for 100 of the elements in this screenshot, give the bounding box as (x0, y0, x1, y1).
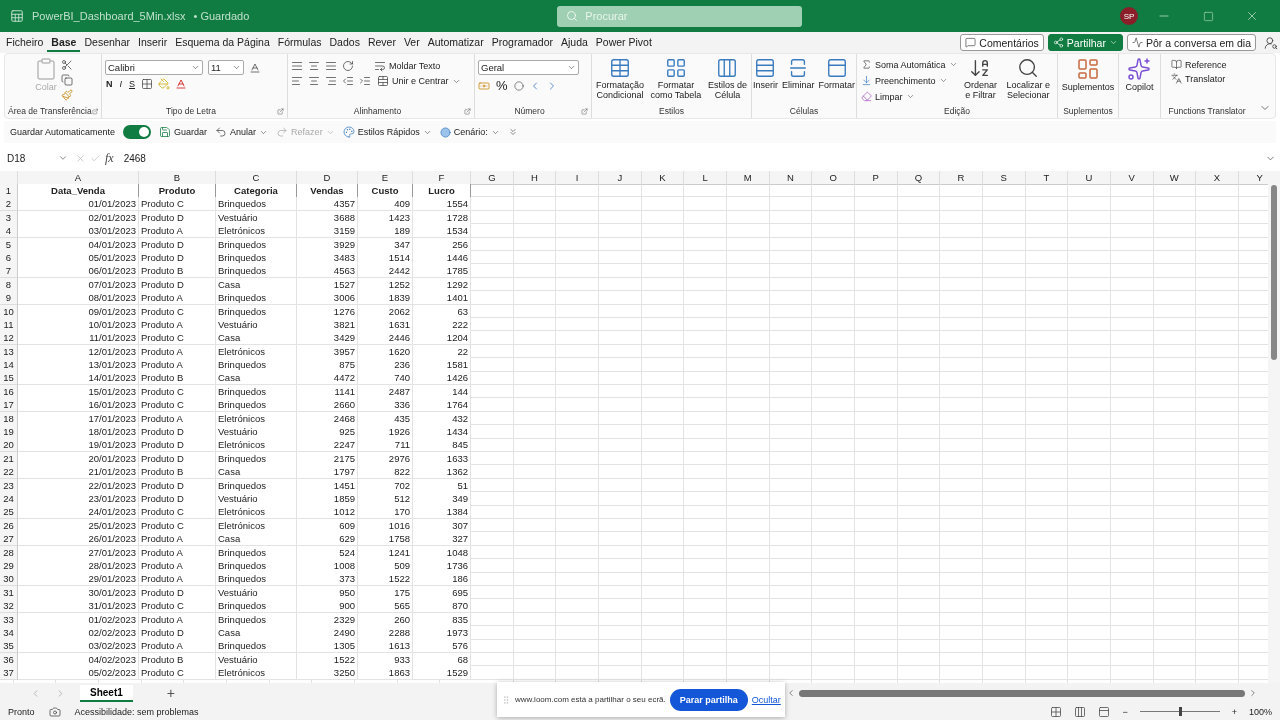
add-sheet-button[interactable]: + (160, 685, 181, 701)
sheet-tab[interactable]: Sheet1 (80, 684, 133, 702)
font-size-field[interactable]: 11 (208, 60, 244, 75)
column-header[interactable]: W (1153, 171, 1197, 185)
table-cell: 170 (358, 505, 413, 520)
styles-button[interactable]: Formatação Condicional (595, 56, 645, 102)
ribbon-tab[interactable]: Ver (399, 33, 424, 52)
group-title: Células (789, 106, 819, 117)
column-header[interactable]: Y (1238, 171, 1268, 185)
table-cell: Produto C (139, 197, 216, 212)
ribbon-tab[interactable]: Esquema da Página (171, 33, 274, 52)
zoom-level[interactable]: 100% (1248, 706, 1272, 717)
row-number: 12 (0, 331, 18, 346)
column-header[interactable]: O (812, 171, 855, 185)
ribbon-tab[interactable]: Ficheiro (2, 33, 48, 52)
table-cell: 2442 (358, 264, 413, 279)
column-header[interactable]: K (641, 171, 685, 185)
underline-button[interactable]: S (128, 79, 137, 89)
scenario-button[interactable]: Cenário: (439, 126, 500, 138)
column-header[interactable]: F (413, 171, 471, 185)
column-header[interactable]: V (1110, 171, 1154, 185)
merge-center-button[interactable]: Unir e Centrar (376, 75, 462, 87)
table-cell: 740 (358, 371, 413, 386)
wrap-text-button[interactable]: Moldar Texto (373, 60, 442, 72)
accessibility-status[interactable]: Acessibilidade: sem problemas (74, 706, 199, 717)
column-header[interactable]: T (1025, 171, 1069, 185)
column-header[interactable]: X (1196, 171, 1239, 185)
zoom-in-button[interactable]: + (1231, 706, 1237, 717)
column-header[interactable]: P (854, 171, 898, 185)
search-field[interactable]: Procurar (557, 5, 803, 27)
table-cell: Produto B (139, 371, 216, 386)
column-header[interactable]: U (1068, 171, 1111, 185)
column-header[interactable]: S (982, 171, 1026, 185)
table-cell: Casa (216, 331, 297, 346)
table-cell: 1764 (413, 398, 471, 413)
insert-function-button[interactable]: fx (105, 150, 114, 166)
quick-styles-button[interactable]: Estilos Rápidos (342, 126, 432, 138)
table-cell: Eletrónicos (216, 438, 297, 453)
translator-button[interactable]: Translator (1170, 73, 1228, 84)
add-ins-button[interactable]: Suplementos (1060, 56, 1116, 94)
ribbon-tab[interactable]: Power Pivot (591, 33, 656, 52)
italic-button[interactable]: I (118, 79, 123, 89)
table-header-cell: Produto (139, 184, 216, 198)
table-cell: 1529 (413, 666, 471, 681)
fill-button[interactable]: Preenchimento (860, 75, 959, 86)
stop-sharing-button[interactable]: Parar partilha (669, 688, 748, 711)
percent-button[interactable]: % (495, 78, 509, 93)
column-header[interactable]: H (513, 171, 557, 185)
table-cell: 1384 (413, 505, 471, 520)
column-header[interactable]: B (139, 171, 216, 185)
ribbon-tab[interactable]: Dados (325, 33, 364, 52)
column-header[interactable]: Q (897, 171, 941, 185)
table-cell: 336 (358, 398, 413, 413)
copilot-button[interactable]: Copilot (1124, 56, 1155, 94)
column-header[interactable]: M (726, 171, 770, 185)
styles-button[interactable]: Estilos de Célula (706, 56, 748, 102)
save-status[interactable]: • Guardado (193, 10, 250, 22)
column-header[interactable]: E (358, 171, 413, 185)
column-header[interactable]: N (769, 171, 813, 185)
table-cell: 31/01/2023 (18, 599, 139, 614)
number-format-field[interactable]: Geral (478, 60, 579, 75)
ribbon-tab[interactable]: Fórmulas (273, 33, 326, 52)
bold-button[interactable]: N (105, 79, 114, 89)
styles-button[interactable]: Formatar como Tabela (647, 56, 705, 102)
column-header[interactable]: A (18, 171, 139, 185)
table-cell: Eletrónicos (216, 505, 297, 520)
catch-up-button[interactable]: Pôr a conversa em dia (1126, 34, 1256, 51)
ribbon-tab[interactable]: Programador (487, 33, 557, 52)
font-name-field[interactable]: Calibri (105, 60, 203, 75)
column-header[interactable]: R (940, 171, 983, 185)
save-button[interactable]: Guardar (159, 126, 208, 138)
ribbon-tab[interactable]: Rever (363, 33, 400, 52)
cells-button[interactable]: Eliminar (781, 56, 816, 92)
share-button[interactable]: Partilhar (1047, 34, 1123, 51)
clear-button[interactable]: Limpar (860, 91, 959, 102)
column-header[interactable]: C (216, 171, 297, 185)
table-cell: Produto A (139, 291, 216, 306)
sort-filter-button[interactable]: Ordenar e Filtrar (960, 56, 1001, 102)
ribbon-tab[interactable]: Ajuda (557, 33, 592, 52)
comments-button[interactable]: Comentários (960, 34, 1044, 51)
column-header[interactable]: L (684, 171, 727, 185)
reference-button[interactable]: Reference (1170, 59, 1228, 70)
column-header[interactable]: G (471, 171, 514, 185)
table-header-cell: Vendas (297, 184, 358, 198)
hide-link[interactable]: Ocultar (751, 694, 781, 705)
table-header-cell: Custo (358, 184, 413, 198)
autosum-button[interactable]: Soma Automática (860, 59, 959, 70)
cells-button[interactable]: Inserir (752, 56, 779, 92)
ribbon-tab[interactable]: Desenhar (80, 33, 134, 52)
find-select-button[interactable]: Localizar e Selecionar (1002, 56, 1054, 102)
column-header[interactable]: D (297, 171, 358, 185)
cells-button[interactable]: Formatar (817, 56, 857, 92)
user-avatar[interactable]: SP (1120, 7, 1138, 25)
ribbon-tab[interactable]: Base (47, 33, 81, 52)
column-header[interactable]: I (556, 171, 599, 185)
ribbon-tab[interactable]: Automatizar (423, 33, 488, 52)
column-header[interactable]: J (598, 171, 642, 185)
zoom-out-button[interactable]: − (1122, 706, 1128, 717)
undo-button[interactable]: Anular (215, 126, 269, 138)
ribbon-tab[interactable]: Inserir (134, 33, 172, 52)
